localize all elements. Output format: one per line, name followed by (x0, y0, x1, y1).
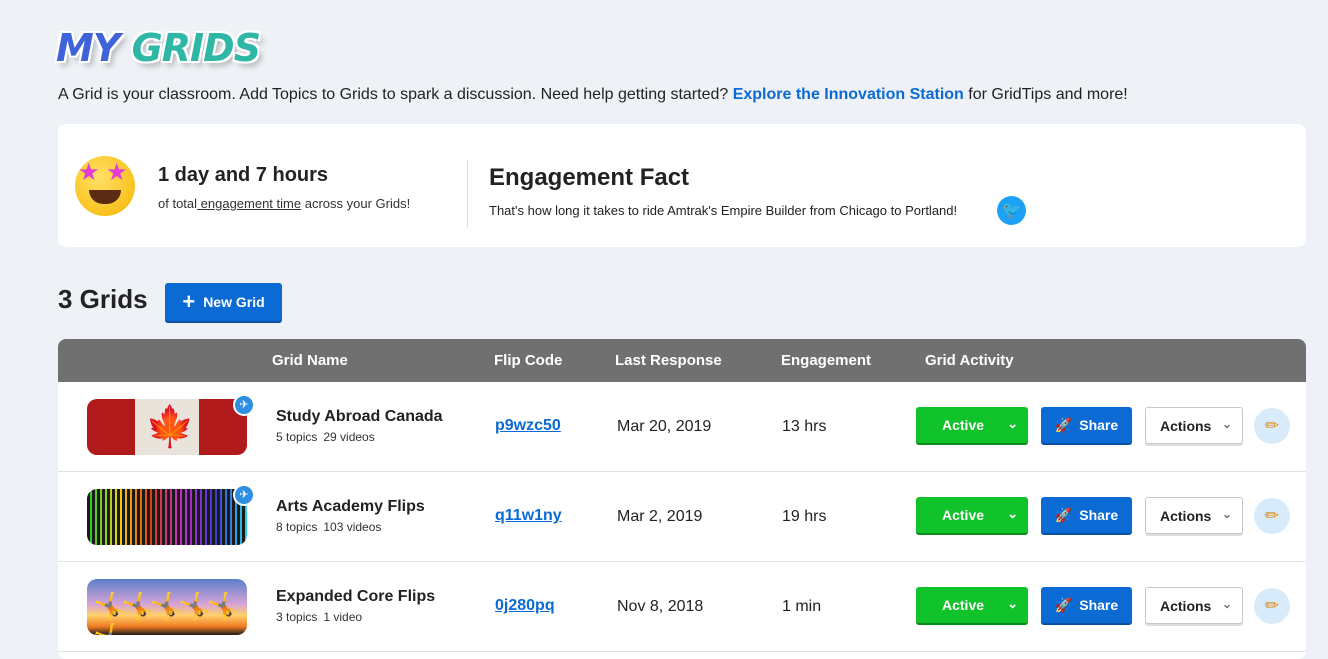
rocket-icon: 🚀 (1054, 416, 1073, 433)
grid-meta: 3 topics 1 video (276, 610, 363, 624)
flip-code-link[interactable]: p9wzc50 (495, 417, 561, 435)
grid-name[interactable]: Study Abroad Canada (276, 408, 443, 426)
intro-text: A Grid is your classroom. Add Topics to … (58, 86, 1128, 103)
header-grid-activity[interactable]: Grid Activity (925, 352, 1014, 369)
chevron-down-icon: ⌄ (1007, 416, 1018, 431)
chevron-down-icon: ⌄ (1221, 417, 1232, 431)
twitter-icon[interactable]: 🐦 (997, 196, 1026, 225)
grids-count: 3 Grids (58, 284, 148, 314)
pencil-icon[interactable]: ✏ (1254, 408, 1290, 444)
last-response: Mar 20, 2019 (617, 418, 712, 435)
new-grid-button[interactable]: + New Grid (165, 283, 282, 321)
my-grids-logo: MY GRIDS (56, 26, 261, 70)
table-row: ✈ Arts Academy Flips 8 topics 103 videos … (58, 472, 1306, 562)
fact-text: That's how long it takes to ride Amtrak'… (489, 203, 958, 218)
last-response: Mar 2, 2019 (617, 508, 703, 525)
share-button[interactable]: 🚀 Share (1041, 587, 1132, 623)
flip-code-link[interactable]: q11w1ny (495, 507, 562, 525)
table-header: Grid Name Flip Code Last Response Engage… (58, 339, 1306, 382)
pencil-icon[interactable]: ✏ (1254, 588, 1290, 624)
table-row: 🍁 ✈ Study Abroad Canada 5 topics 29 video… (58, 382, 1306, 472)
plane-badge-icon: ✈ (233, 394, 255, 416)
grid-name[interactable]: Expanded Core Flips (276, 588, 435, 606)
grid-name[interactable]: Arts Academy Flips (276, 498, 425, 516)
share-button[interactable]: 🚀 Share (1041, 497, 1132, 533)
chevron-down-icon: ⌄ (1007, 596, 1018, 611)
actions-dropdown[interactable]: Actions ⌄ (1145, 407, 1243, 444)
actions-dropdown[interactable]: Actions ⌄ (1145, 497, 1243, 534)
rocket-icon: 🚀 (1054, 506, 1073, 523)
engagement-time-link[interactable]: engagement time (197, 196, 301, 211)
header-engagement[interactable]: Engagement (781, 352, 871, 369)
engagement-card: ★ ★ 1 day and 7 hours of total engagement… (58, 124, 1306, 247)
status-dropdown[interactable]: Active ⌄ (916, 587, 1028, 623)
grid-meta: 8 topics 103 videos (276, 520, 382, 534)
grid-thumbnail[interactable] (87, 489, 247, 545)
table-row: 🤸🤸🤸🤸🤸🤸 Expanded Core Flips 3 topics1 vid… (58, 562, 1306, 652)
status-dropdown[interactable]: Active ⌄ (916, 497, 1028, 533)
last-response: Nov 8, 2018 (617, 598, 704, 615)
grids-table: Grid Name Flip Code Last Response Engage… (58, 339, 1306, 659)
grid-thumbnail[interactable]: 🤸🤸🤸🤸🤸🤸 (87, 579, 247, 635)
engagement-value: 1 min (782, 598, 822, 615)
plus-icon: + (182, 289, 196, 314)
innovation-station-link[interactable]: Explore the Innovation Station (733, 86, 964, 103)
divider (467, 160, 468, 228)
actions-dropdown[interactable]: Actions ⌄ (1145, 587, 1243, 624)
fact-title: Engagement Fact (489, 164, 690, 191)
share-button[interactable]: 🚀 Share (1041, 407, 1132, 443)
plane-badge-icon: ✈ (233, 484, 255, 506)
header-last-response[interactable]: Last Response (615, 352, 722, 369)
grid-thumbnail[interactable]: 🍁 (87, 399, 247, 455)
engagement-time-value: 1 day and 7 hours (158, 164, 329, 186)
star-struck-emoji-icon: ★ ★ (75, 156, 135, 216)
chevron-down-icon: ⌄ (1221, 597, 1232, 611)
chevron-down-icon: ⌄ (1221, 507, 1232, 521)
engagement-time-desc: of total engagement time across your Gri… (158, 196, 411, 211)
status-dropdown[interactable]: Active ⌄ (916, 407, 1028, 443)
flip-code-link[interactable]: 0j280pq (495, 597, 555, 615)
grid-meta: 5 topics 29 videos (276, 430, 375, 444)
chevron-down-icon: ⌄ (1007, 506, 1018, 521)
header-flip-code[interactable]: Flip Code (494, 352, 562, 369)
pencil-icon[interactable]: ✏ (1254, 498, 1290, 534)
rocket-icon: 🚀 (1054, 596, 1073, 613)
engagement-value: 19 hrs (782, 508, 827, 525)
header-grid-name[interactable]: Grid Name (272, 352, 348, 369)
engagement-value: 13 hrs (782, 418, 827, 435)
